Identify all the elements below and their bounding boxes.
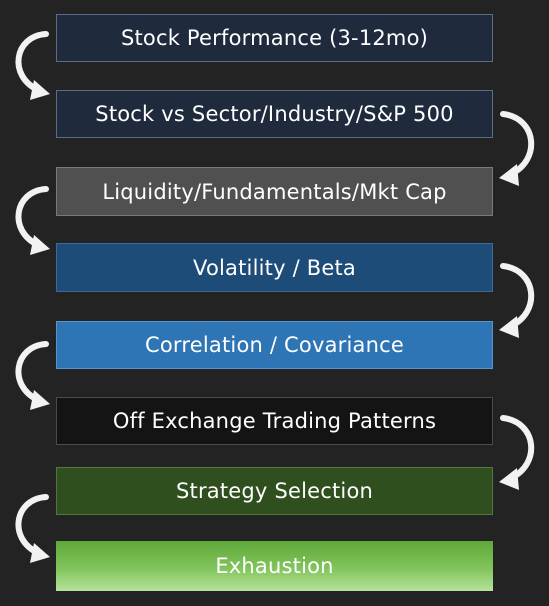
step-correlation-covariance: Correlation / Covariance xyxy=(56,321,493,369)
step-stock-vs-sector: Stock vs Sector/Industry/S&P 500 xyxy=(56,90,493,138)
curved-arrow-icon xyxy=(15,494,50,563)
curved-arrow-icon xyxy=(499,415,535,490)
curved-arrow-icon xyxy=(499,111,535,186)
step-label: Volatility / Beta xyxy=(193,255,356,280)
process-flow-diagram: Stock Performance (3-12mo) Stock vs Sect… xyxy=(0,0,549,606)
curved-arrow-icon xyxy=(15,186,50,255)
curved-arrow-icon xyxy=(15,31,50,100)
curved-arrow-icon xyxy=(15,341,50,410)
step-label: Off Exchange Trading Patterns xyxy=(112,409,437,433)
step-label: Exhaustion xyxy=(215,554,334,578)
step-liquidity-fundamentals: Liquidity/Fundamentals/Mkt Cap xyxy=(56,167,493,216)
step-label: Stock vs Sector/Industry/S&P 500 xyxy=(95,102,454,126)
step-label: Liquidity/Fundamentals/Mkt Cap xyxy=(102,179,447,204)
step-label: Correlation / Covariance xyxy=(145,333,404,357)
curved-arrow-icon xyxy=(499,263,535,338)
step-strategy-selection: Strategy Selection xyxy=(56,467,493,515)
step-volatility-beta: Volatility / Beta xyxy=(56,243,493,292)
step-stock-performance: Stock Performance (3-12mo) xyxy=(56,14,493,62)
step-off-exchange-trading: Off Exchange Trading Patterns xyxy=(56,397,493,445)
step-label: Stock Performance (3-12mo) xyxy=(120,26,429,50)
step-label: Strategy Selection xyxy=(175,479,374,503)
step-exhaustion: Exhaustion xyxy=(56,541,493,591)
